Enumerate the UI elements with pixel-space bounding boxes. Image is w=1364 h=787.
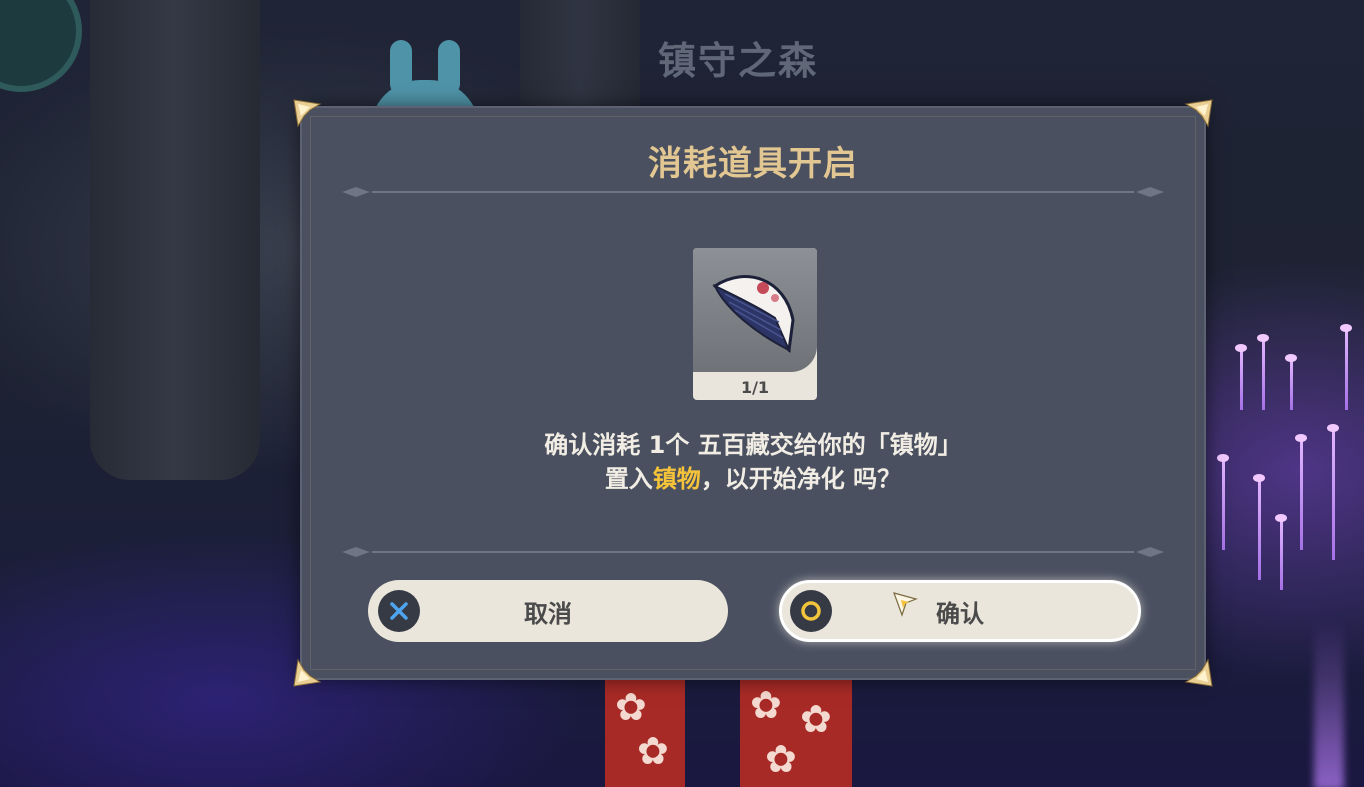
glowing-plant <box>1253 474 1265 580</box>
confirm-button[interactable]: 确认 <box>779 580 1141 642</box>
cancel-button[interactable]: 取消 <box>368 580 728 642</box>
corner-ornament-icon <box>1184 98 1214 128</box>
glowing-plant <box>1327 424 1339 560</box>
glowing-stream <box>1314 620 1344 787</box>
divider-top <box>342 186 1164 198</box>
minimap-ring-decoration <box>0 0 82 92</box>
message-line-2: 置入镇物，以开始净化 吗？ <box>302 462 1204 496</box>
mouse-cursor-icon <box>892 591 920 619</box>
consume-item-dialog: 消耗道具开启 1/1 确认消耗 1个 五百藏交给你的「镇物」 置入镇物，以开始净… <box>293 99 1213 687</box>
message-highlight-item: 镇物 <box>652 465 701 493</box>
kimono-sleeve-left: ✿ ✿ <box>605 680 685 787</box>
corner-ornament-icon <box>1184 658 1214 688</box>
message-line-1: 确认消耗 1个 五百藏交给你的「镇物」 <box>544 431 962 459</box>
cancel-button-label: 取消 <box>524 599 572 628</box>
glowing-plant <box>1217 454 1229 550</box>
glowing-plant <box>1235 344 1247 410</box>
corner-ornament-icon <box>292 98 322 128</box>
divider-bottom <box>342 546 1164 558</box>
bunny-character-head <box>370 40 480 140</box>
dialog-title: 消耗道具开启 <box>648 144 858 184</box>
glowing-plant <box>1285 354 1297 410</box>
glowing-plant <box>1295 434 1307 550</box>
confirm-button-label: 确认 <box>936 599 984 628</box>
message-prefix: 置入 <box>604 465 653 493</box>
glowing-plant <box>1257 334 1269 410</box>
tree-trunk-left <box>90 0 260 480</box>
confirm-message: 确认消耗 1个 五百藏交给你的「镇物」 置入镇物，以开始净化 吗？ <box>302 428 1204 496</box>
item-card: 1/1 <box>693 248 817 400</box>
location-title: 镇守之森 <box>658 39 819 83</box>
glowing-plant <box>1275 514 1287 590</box>
comb-icon <box>693 248 817 372</box>
kimono-sleeve-right: ✿ ✿ ✿ <box>740 680 852 787</box>
message-suffix: ，以开始净化 吗？ <box>700 465 902 493</box>
glowing-plant <box>1340 324 1352 410</box>
corner-ornament-icon <box>292 658 322 688</box>
item-count: 1/1 <box>740 378 770 397</box>
